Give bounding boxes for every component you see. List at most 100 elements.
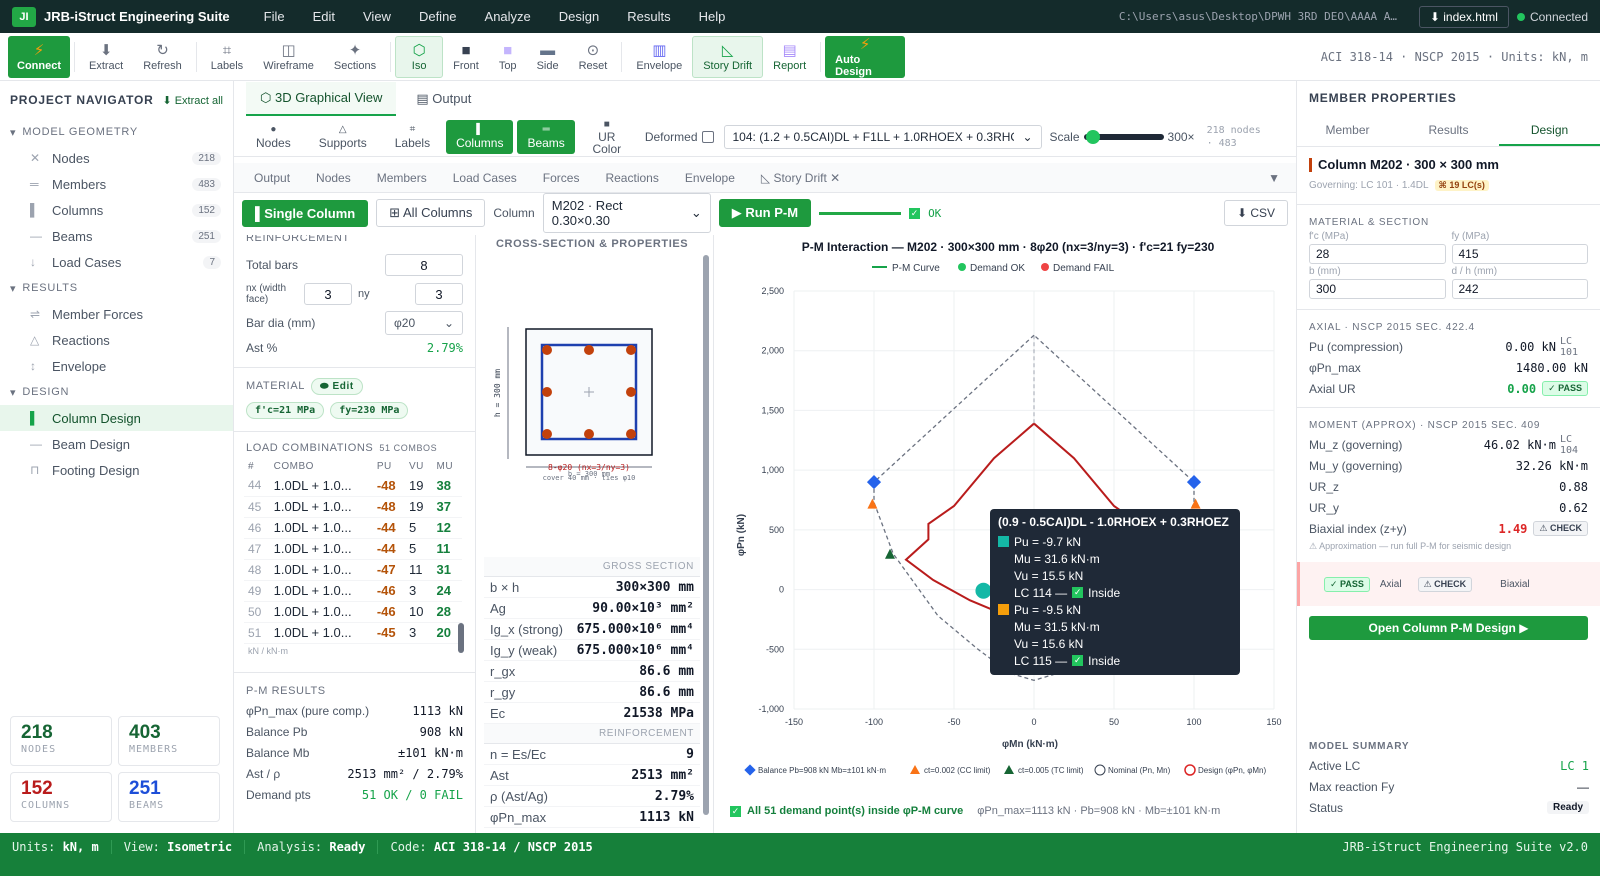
menu-edit[interactable]: Edit <box>299 9 349 24</box>
front-view-button[interactable]: ■ Front <box>443 36 489 78</box>
labels-button[interactable]: ⌗ Labels <box>201 36 253 78</box>
scroll-thumb[interactable] <box>458 623 464 653</box>
filter-labels[interactable]: ⌗ Labels <box>383 120 442 154</box>
nav-item-column-design[interactable]: ▌ Column Design <box>0 405 233 431</box>
reset-view-button[interactable]: ⊙ Reset <box>569 36 618 78</box>
total-bars-input[interactable]: 8 <box>385 254 463 276</box>
filter-columns[interactable]: ▌ Columns <box>446 119 514 154</box>
single-column-button[interactable]: ▌Single Column <box>242 199 369 227</box>
fy-input[interactable]: 415 <box>1451 244 1588 264</box>
sections-button[interactable]: ✦ Sections <box>324 36 386 78</box>
wireframe-button[interactable]: ◫ Wireframe <box>253 36 324 78</box>
menu-design[interactable]: Design <box>545 9 613 24</box>
load-combo-select[interactable]: 104: (1.2 + 0.5CAI)DL + F1LL + 1.0RHOEX … <box>723 124 1042 149</box>
side-view-button[interactable]: ▬ Side <box>527 36 569 78</box>
extract-all-link[interactable]: ⬇ Extract all <box>162 94 223 107</box>
envelope-button[interactable]: ▥ Envelope <box>626 36 692 78</box>
code-units: ACI 318-14 · NSCP 2015 · Units: kN, m <box>1320 49 1588 64</box>
nav-item-reactions[interactable]: △ Reactions <box>0 327 233 353</box>
slider-thumb[interactable] <box>1085 129 1100 144</box>
table-row[interactable]: 46 1.0DL + 1.0... -44 5 12 <box>244 517 462 539</box>
column-select[interactable]: M202 · Rect 0.30×0.30 ⌄ <box>542 193 711 233</box>
tab-output[interactable]: ▤ Output <box>402 83 485 115</box>
subtab-story-drift[interactable]: ◺ Story Drift ✕ <box>749 171 852 185</box>
table-row[interactable]: 48 1.0DL + 1.0... -47 11 31 <box>244 559 462 581</box>
tooltip-text: Vu = 15.6 kN <box>1014 636 1084 651</box>
csv-button[interactable]: ⬇ CSV <box>1223 200 1288 226</box>
section-design[interactable]: ▾ DESIGN <box>0 379 233 405</box>
legend-item: Design (φPn, φMn) <box>1198 766 1267 775</box>
extract-button[interactable]: ⬇ Extract <box>79 36 133 78</box>
table-row[interactable]: 45 1.0DL + 1.0... -48 19 37 <box>244 496 462 518</box>
nav-item-nodes[interactable]: ✕ Nodes 218 <box>0 145 233 171</box>
subtab-load-cases[interactable]: Load Cases <box>441 171 529 185</box>
fc-input[interactable]: 28 <box>1309 244 1446 264</box>
subtab-envelope[interactable]: Envelope <box>673 171 747 185</box>
nav-item-load-cases[interactable]: ↓ Load Cases 7 <box>0 249 233 275</box>
top-view-button[interactable]: ■ Top <box>489 36 527 78</box>
subtab-members[interactable]: Members <box>365 171 439 185</box>
menu-file[interactable]: File <box>250 9 299 24</box>
table-row[interactable]: 51 1.0DL + 1.0... -45 3 20 <box>244 622 462 644</box>
menu-help[interactable]: Help <box>685 9 740 24</box>
filter-beams[interactable]: ═ Beams <box>517 119 575 154</box>
file-button[interactable]: ⬇ index.html <box>1418 5 1509 28</box>
scrollbar[interactable] <box>458 235 466 665</box>
chevron-down-icon: ⌄ <box>690 205 702 220</box>
nav-item-beam-design[interactable]: — Beam Design <box>0 431 233 457</box>
nav-item-columns[interactable]: ▌ Columns 152 <box>0 197 233 223</box>
check-icon: ✓ <box>1072 655 1084 666</box>
legend-item: ct=0.005 (TC limit) <box>1018 766 1084 775</box>
d-input[interactable]: 242 <box>1451 279 1588 299</box>
table-row[interactable]: 49 1.0DL + 1.0... -46 3 24 <box>244 580 462 602</box>
subtab-nodes[interactable]: Nodes <box>304 171 363 185</box>
b-input[interactable]: 300 <box>1309 279 1446 299</box>
close-icon[interactable]: ✕ <box>830 171 840 185</box>
divider <box>1297 309 1600 310</box>
filter-nodes[interactable]: ● Nodes <box>244 120 303 154</box>
nx-input[interactable]: 3 <box>304 283 352 305</box>
auto-design-button[interactable]: ⚡ Auto Design <box>825 35 906 78</box>
scroll-thumb[interactable] <box>703 255 709 815</box>
menu-analyze[interactable]: Analyze <box>471 9 545 24</box>
tab-design[interactable]: Design <box>1499 115 1600 146</box>
deformed-checkbox[interactable] <box>701 130 714 143</box>
scrollbar[interactable] <box>702 239 710 829</box>
tab-results[interactable]: Results <box>1398 115 1499 146</box>
nav-item-beams[interactable]: — Beams 251 <box>0 223 233 249</box>
nav-item-members[interactable]: ═ Members 483 <box>0 171 233 197</box>
run-pm-button[interactable]: ▶ Run P-M <box>718 199 812 227</box>
filter-ur-color[interactable]: ■ UR Color <box>579 119 635 155</box>
bar-dia-select[interactable]: φ20 ⌄ <box>385 311 463 335</box>
report-button[interactable]: ▤ Report <box>763 36 816 78</box>
refresh-button[interactable]: ↻ Refresh <box>133 36 192 78</box>
sparkle-icon: ✦ <box>348 41 362 59</box>
tab-3d-view[interactable]: ⬡ 3D Graphical View <box>246 82 397 116</box>
menu-view[interactable]: View <box>349 9 405 24</box>
ny-input[interactable]: 3 <box>415 283 463 305</box>
subtab-reactions[interactable]: Reactions <box>593 171 670 185</box>
edit-chip[interactable]: ⬬ Edit <box>311 377 363 395</box>
chevron-down-icon[interactable]: ▼ <box>1268 171 1280 185</box>
story-drift-button[interactable]: ◺ Story Drift <box>692 35 764 78</box>
menu-define[interactable]: Define <box>405 9 471 24</box>
section-model-geometry[interactable]: ▾ MODEL GEOMETRY <box>0 119 233 145</box>
open-pm-design-button[interactable]: Open Column P-M Design ▶ <box>1309 616 1588 640</box>
scale-slider[interactable] <box>1083 129 1164 144</box>
tab-member[interactable]: Member <box>1297 115 1398 146</box>
subtab-forces[interactable]: Forces <box>531 171 592 185</box>
connect-button[interactable]: ⚡ Connect <box>8 35 70 78</box>
section-results[interactable]: ▾ RESULTS <box>0 275 233 301</box>
stat-value: 218 <box>21 722 53 743</box>
table-row[interactable]: 44 1.0DL + 1.0... -48 19 38 <box>244 475 462 497</box>
subtab-output[interactable]: Output <box>242 171 302 185</box>
nav-item-footing-design[interactable]: ⊓ Footing Design <box>0 457 233 483</box>
all-columns-button[interactable]: ⊞ All Columns <box>376 199 486 227</box>
filter-supports[interactable]: △ Supports <box>307 120 379 154</box>
nav-item-envelope[interactable]: ↕ Envelope <box>0 353 233 379</box>
iso-view-button[interactable]: ⬡ Iso <box>395 35 444 78</box>
table-row[interactable]: 50 1.0DL + 1.0... -46 10 28 <box>244 601 462 623</box>
menu-results[interactable]: Results <box>613 9 684 24</box>
table-row[interactable]: 47 1.0DL + 1.0... -44 5 11 <box>244 538 462 560</box>
nav-item-member-forces[interactable]: ⇌ Member Forces <box>0 301 233 327</box>
